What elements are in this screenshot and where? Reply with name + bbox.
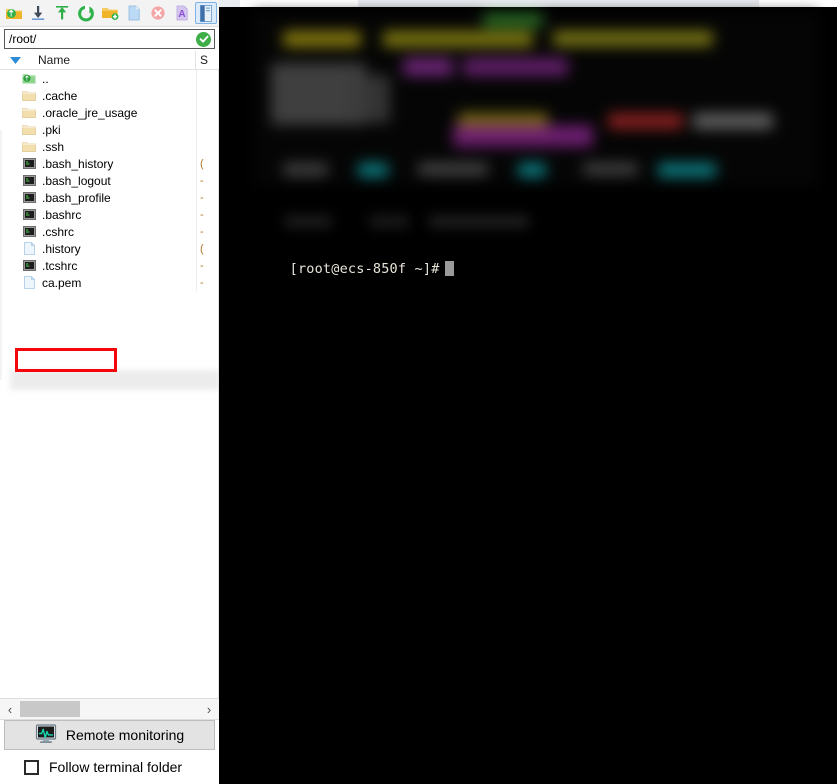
file-name: .bash_profile [42, 190, 111, 205]
parent-folder-icon [20, 72, 38, 85]
refresh-icon[interactable] [75, 2, 97, 24]
terminal-top-notch-right [759, 0, 837, 7]
file-row[interactable]: .history ( [0, 240, 219, 257]
file-row[interactable]: .pki [0, 121, 219, 138]
new-file-icon[interactable] [123, 2, 145, 24]
file-size: - [196, 206, 219, 223]
column-header-name[interactable]: Name [30, 53, 195, 67]
follow-terminal-folder-label: Follow terminal folder [49, 759, 183, 775]
toggle-panel-icon[interactable] [195, 2, 217, 24]
column-header-size[interactable]: S [195, 50, 219, 70]
file-row[interactable]: ca.pem - [0, 274, 219, 291]
file-size [196, 138, 219, 155]
download-icon[interactable] [27, 2, 49, 24]
terminal-pane[interactable]: [root@ecs-850f ~]# [219, 0, 837, 784]
file-list[interactable]: .. .cache .oracle_jre_usage .pki .ssh .bash_h… [0, 70, 219, 698]
redacted-terminal-line [274, 207, 574, 237]
sort-descending-icon[interactable] [0, 56, 30, 64]
redacted-login-banner [253, 13, 818, 185]
file-size: - [196, 223, 219, 240]
scroll-left-arrow-icon[interactable]: ‹ [0, 699, 20, 719]
script-file-icon [20, 226, 38, 237]
file-size: ( [196, 155, 219, 172]
file-size: - [196, 274, 219, 291]
file-name: .cshrc [42, 224, 75, 239]
file-size [196, 87, 219, 104]
follow-terminal-folder-row[interactable]: Follow terminal folder [0, 750, 219, 784]
terminal-top-notch-left [240, 0, 358, 7]
file-row[interactable]: .cshrc - [0, 223, 219, 240]
terminal-prompt-line: [root@ecs-850f ~]# [223, 245, 454, 293]
upload-icon[interactable] [51, 2, 73, 24]
file-size [196, 104, 219, 121]
svg-text:A: A [178, 9, 185, 20]
sftp-toolbar: A [0, 0, 219, 27]
file-size [196, 121, 219, 138]
document-file-icon [20, 242, 38, 255]
file-row[interactable]: .bash_profile - [0, 189, 219, 206]
folder-icon [20, 124, 38, 136]
file-name: ca.pem [42, 275, 82, 290]
new-folder-icon[interactable] [99, 2, 121, 24]
path-ok-check-icon [196, 31, 211, 47]
script-file-icon [20, 209, 38, 220]
file-name: .. [42, 71, 49, 86]
follow-terminal-folder-checkbox[interactable] [24, 759, 39, 775]
file-name: .cache [42, 88, 78, 103]
address-bar-container [0, 27, 219, 51]
script-file-icon [20, 158, 38, 169]
folder-icon [20, 107, 38, 119]
file-size [196, 70, 219, 87]
rename-icon[interactable]: A [171, 2, 193, 24]
parent-folder-icon[interactable] [3, 2, 25, 24]
file-row[interactable]: .bash_history ( [0, 155, 219, 172]
scroll-right-arrow-icon[interactable]: › [199, 699, 219, 719]
folder-icon [20, 90, 38, 102]
terminal-output-area[interactable]: [root@ecs-850f ~]# [219, 7, 837, 784]
file-size: - [196, 189, 219, 206]
file-row[interactable]: .ssh [0, 138, 219, 155]
file-size: - [196, 172, 219, 189]
terminal-top-strip [219, 0, 837, 7]
terminal-cursor [444, 261, 454, 276]
folder-icon [20, 141, 38, 153]
file-row[interactable]: .tcshrc - [0, 257, 219, 274]
file-name: .history [42, 241, 81, 256]
pane-left-edge [0, 130, 2, 380]
file-name: .oracle_jre_usage [42, 105, 138, 120]
file-size: ( [196, 240, 219, 257]
sftp-file-browser-pane: A /root/ Name S .. .cache .oracle_jre_us… [0, 0, 219, 784]
document-file-icon [20, 276, 38, 289]
remote-monitoring-label: Remote monitoring [65, 727, 185, 743]
delete-icon[interactable] [147, 2, 169, 24]
terminal-prompt-text: [root@ecs-850f ~]# [289, 261, 440, 277]
file-list-horizontal-scrollbar[interactable]: ‹ › [0, 698, 219, 720]
file-name: .pki [42, 122, 61, 137]
monitor-waveform-icon [35, 723, 57, 747]
file-name: .tcshrc [42, 258, 78, 273]
file-name: .ssh [42, 139, 65, 154]
file-row[interactable]: .oracle_jre_usage [0, 104, 219, 121]
file-name: .bashrc [42, 207, 82, 222]
file-list-column-header: Name S [0, 50, 219, 70]
address-bar[interactable] [4, 29, 215, 49]
file-name: .bash_logout [42, 173, 111, 188]
application-window: A /root/ Name S .. .cache .oracle_jre_us… [0, 0, 837, 784]
file-row[interactable]: .bashrc - [0, 206, 219, 223]
script-file-icon [20, 175, 38, 186]
path-input[interactable] [5, 30, 196, 48]
redacted-file-row [10, 370, 219, 390]
script-file-icon [20, 192, 38, 203]
remote-monitoring-button[interactable]: Remote monitoring [4, 720, 215, 750]
file-row[interactable]: .bash_logout - [0, 172, 219, 189]
file-row[interactable]: .. [0, 70, 219, 87]
scrollbar-thumb[interactable] [20, 701, 80, 717]
script-file-icon [20, 260, 38, 271]
ca-pem-highlight-box [15, 348, 117, 372]
file-name: .bash_history [42, 156, 114, 171]
scrollbar-track[interactable] [20, 699, 199, 719]
file-size: - [196, 257, 219, 274]
file-row[interactable]: .cache [0, 87, 219, 104]
